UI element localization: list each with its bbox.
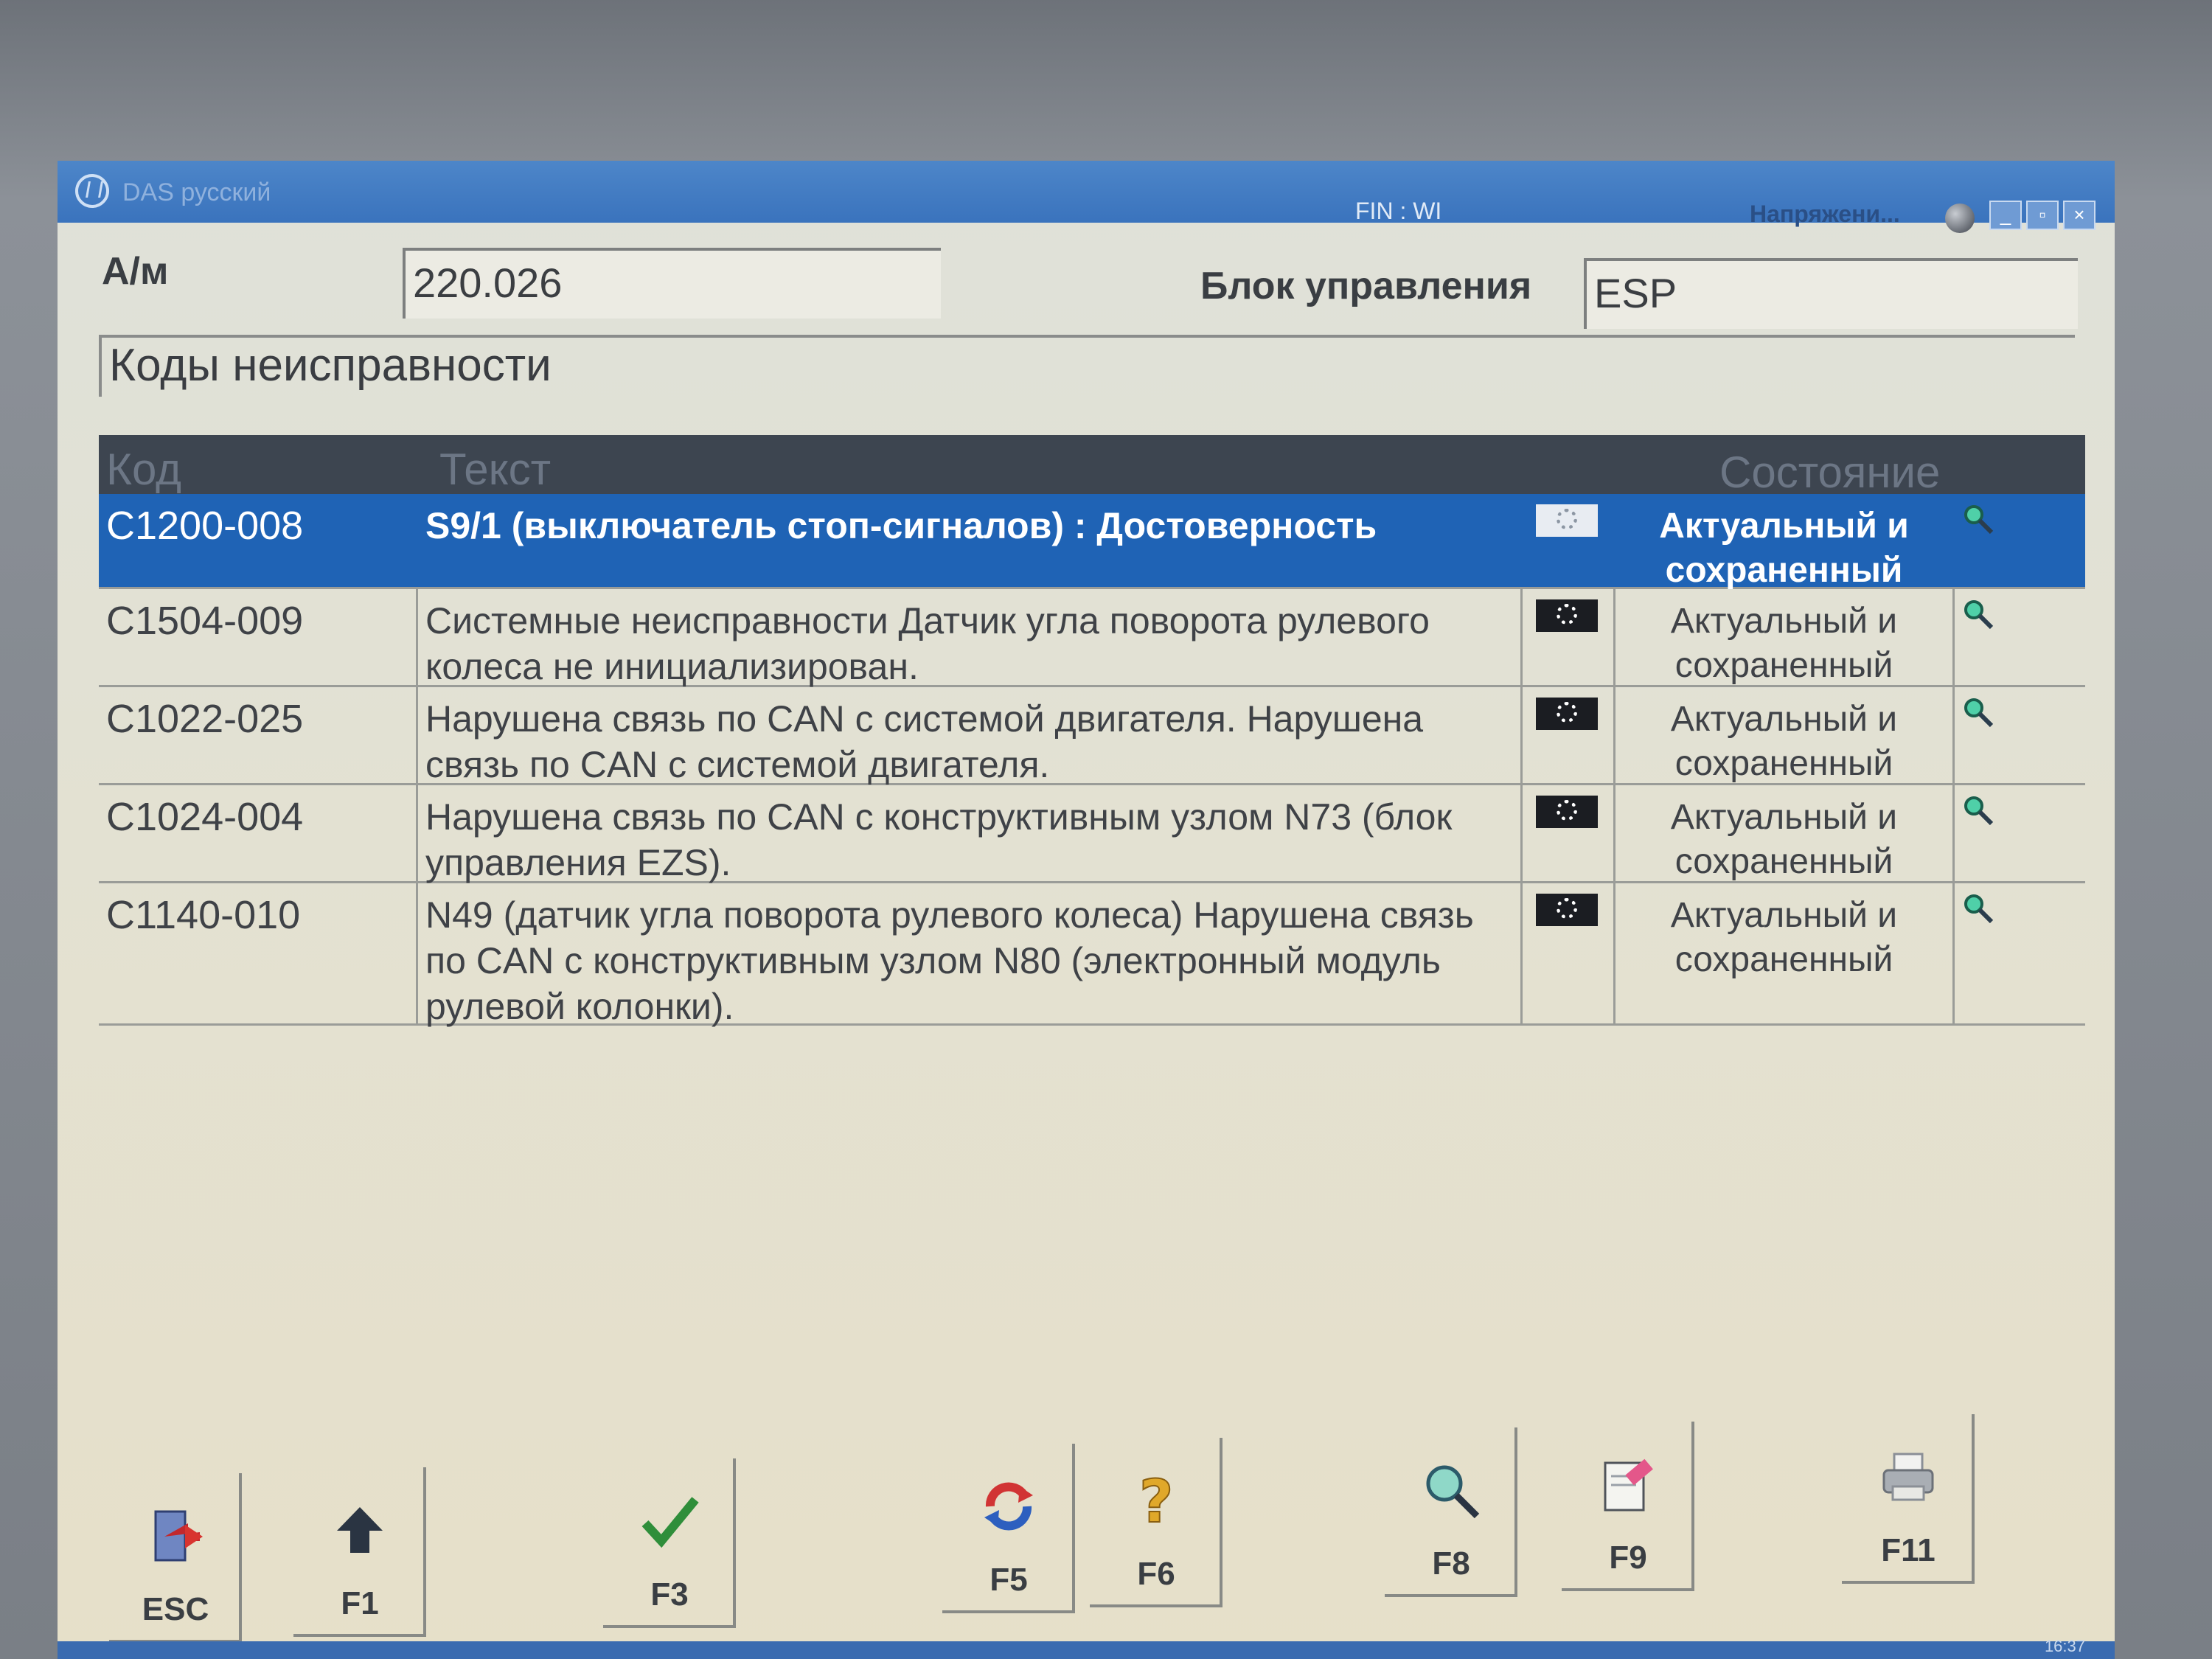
fault-code: C1024-004: [106, 795, 304, 839]
checkmark-icon: [641, 1497, 699, 1548]
magnifier-icon[interactable]: [1962, 503, 1994, 535]
fault-state: Актуальный и сохраненный: [1613, 589, 1952, 685]
f5-button[interactable]: F5: [942, 1444, 1075, 1613]
environment-cell: [1520, 589, 1613, 685]
taskbar-clock: 16:37: [2044, 1637, 2085, 1655]
fault-text: N49 (датчик угла поворота рулевого колес…: [416, 883, 1520, 1027]
vehicle-label: А/м: [102, 250, 169, 293]
table-row[interactable]: C1504-009 Системные неисправности Датчик…: [99, 589, 2085, 687]
fault-text: Нарушена связь по CAN с конструктивным у…: [416, 785, 1520, 883]
details-cell: [1952, 589, 2085, 685]
f8-button[interactable]: F8: [1385, 1427, 1517, 1597]
fin-label: FIN : WI: [1355, 198, 1442, 224]
environment-cell: [1520, 883, 1613, 1023]
esc-button[interactable]: ESC: [109, 1473, 242, 1643]
fault-text: Системные неисправности Датчик угла пово…: [416, 589, 1520, 687]
f6-label: F6: [1137, 1556, 1175, 1592]
table-row[interactable]: C1200-008 S9/1 (выключатель стоп-сигнало…: [99, 494, 2085, 590]
f1-button[interactable]: F1: [293, 1467, 426, 1637]
table-row[interactable]: C1024-004 Нарушена связь по CAN с констр…: [99, 785, 2085, 883]
environment-cell: [1520, 494, 1613, 587]
details-cell: [1952, 785, 2085, 881]
taskbar: 16:37: [58, 1637, 2115, 1659]
f8-label: F8: [1432, 1545, 1470, 1582]
magnifier-icon[interactable]: [1962, 892, 1994, 925]
fault-state: Актуальный и сохраненный: [1659, 507, 1909, 590]
table-header: Код Текст Состояние: [99, 435, 2085, 497]
magnifier-icon[interactable]: [1962, 696, 1994, 728]
table-row[interactable]: C1140-010 N49 (датчик угла поворота руле…: [99, 883, 2085, 1027]
app-window: DAS русский FIN : WI Напряжени... _ ▫ × …: [58, 161, 2115, 1659]
column-header-state[interactable]: Состояние: [1719, 447, 1940, 498]
f5-label: F5: [990, 1562, 1028, 1598]
fault-code: C1022-025: [106, 697, 304, 741]
environment-cell: [1520, 785, 1613, 881]
environment-data-icon[interactable]: [1536, 894, 1598, 926]
environment-data-icon[interactable]: [1536, 599, 1598, 632]
minimize-button[interactable]: _: [1989, 201, 2022, 230]
printer-icon: [1882, 1453, 1934, 1501]
fault-text: S9/1 (выключатель стоп-сигналов) : Досто…: [425, 505, 1377, 546]
fault-state: Актуальный и сохраненный: [1613, 883, 1952, 1023]
up-arrow-icon: [337, 1507, 383, 1553]
erase-document-icon: [1604, 1458, 1653, 1512]
mercedes-star-icon: [75, 174, 109, 208]
environment-data-icon[interactable]: [1536, 796, 1598, 828]
f9-label: F9: [1609, 1540, 1647, 1576]
column-header-text[interactable]: Текст: [439, 444, 551, 495]
environment-cell: [1520, 687, 1613, 783]
fault-code: C1140-010: [106, 893, 301, 937]
fault-code: C1200-008: [106, 504, 304, 548]
voltage-label: Напряжени...: [1750, 201, 1900, 227]
f11-label: F11: [1881, 1532, 1935, 1568]
close-button[interactable]: ×: [2063, 201, 2096, 230]
refresh-icon: [984, 1482, 1033, 1531]
search-icon: [1426, 1465, 1480, 1519]
details-cell: [1952, 883, 2085, 1023]
environment-data-icon[interactable]: [1536, 698, 1598, 730]
control-unit-field[interactable]: ESP: [1584, 258, 2078, 329]
column-header-code[interactable]: Код: [106, 444, 181, 495]
fault-text: Нарушена связь по CAN с системой двигате…: [416, 687, 1520, 785]
restore-button[interactable]: ▫: [2026, 201, 2059, 230]
title-bar: DAS русский FIN : WI Напряжени... _ ▫ ×: [58, 161, 2115, 233]
f9-button[interactable]: F9: [1562, 1422, 1694, 1591]
environment-data-icon[interactable]: [1536, 504, 1598, 537]
fault-code-table: Код Текст Состояние C1200-008 S9/1 (выкл…: [99, 435, 2085, 1027]
exit-door-icon: [154, 1510, 203, 1562]
section-title: Коды неисправности: [99, 335, 2075, 397]
status-indicator-icon[interactable]: [1945, 204, 1975, 233]
f3-button[interactable]: F3: [603, 1458, 736, 1628]
svg-text:?: ?: [1139, 1467, 1173, 1534]
window-title: DAS русский: [122, 178, 271, 206]
fault-state: Актуальный и сохраненный: [1613, 687, 1952, 783]
details-cell: [1952, 494, 2085, 587]
fault-code: C1504-009: [106, 599, 304, 643]
f11-button[interactable]: F11: [1842, 1414, 1975, 1584]
f6-button[interactable]: ? F6: [1090, 1438, 1222, 1607]
vehicle-field[interactable]: 220.026: [403, 248, 941, 319]
esc-label: ESC: [142, 1591, 209, 1627]
magnifier-icon[interactable]: [1962, 794, 1994, 827]
details-cell: [1952, 687, 2085, 783]
control-unit-label: Блок управления: [1200, 265, 1532, 307]
f1-label: F1: [341, 1585, 379, 1621]
f3-label: F3: [650, 1576, 689, 1613]
fault-state: Актуальный и сохраненный: [1613, 785, 1952, 881]
table-row[interactable]: C1022-025 Нарушена связь по CAN с систем…: [99, 687, 2085, 785]
magnifier-icon[interactable]: [1962, 598, 1994, 630]
help-icon: ?: [1138, 1467, 1174, 1534]
